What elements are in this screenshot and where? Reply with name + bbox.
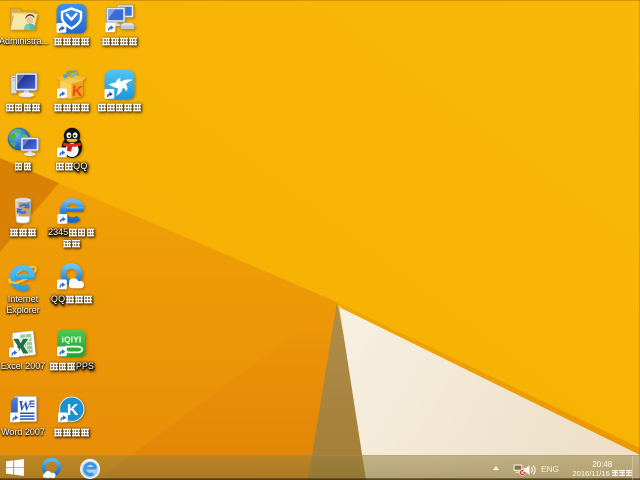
- svg-text:K: K: [67, 402, 79, 419]
- svg-text:iQIYI: iQIYI: [62, 336, 82, 345]
- svg-text:K: K: [71, 83, 83, 100]
